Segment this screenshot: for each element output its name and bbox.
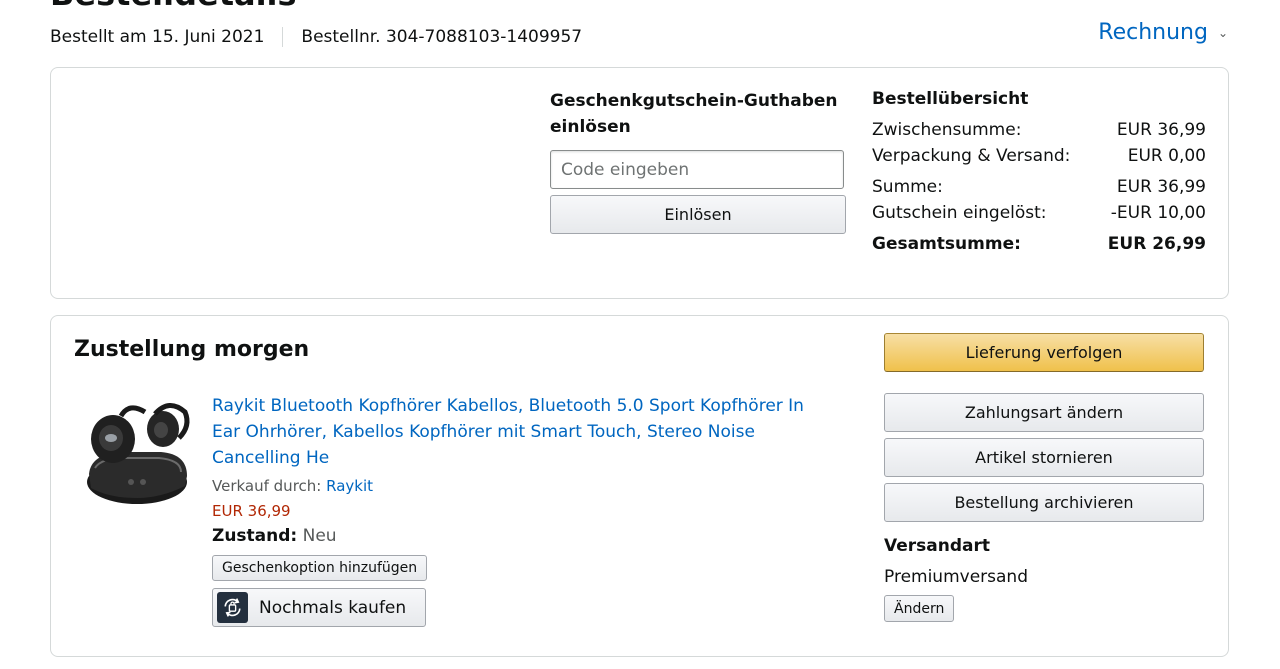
gift-card-section: Geschenkgutschein-Guthaben einlösen Einl…: [550, 88, 846, 234]
product-info: Raykit Bluetooth Kopfhörer Kabellos, Blu…: [212, 393, 832, 627]
summary-label: Zwischensumme:: [872, 120, 1022, 140]
page-title: Bestelldetails: [50, 0, 297, 10]
buy-again-button[interactable]: Nochmals kaufen: [212, 588, 427, 627]
earbuds-product-image[interactable]: [81, 394, 194, 509]
summary-row: Zwischensumme: EUR 36,99: [872, 117, 1206, 143]
condition-label: Zustand:: [212, 526, 298, 546]
delivery-status: Zustellung morgen: [74, 337, 310, 362]
overview-heading: Bestellübersicht: [872, 89, 1029, 109]
cancel-items-button[interactable]: Artikel stornieren: [884, 438, 1204, 477]
summary-row: Summe: EUR 36,99: [872, 174, 1206, 200]
archive-order-button[interactable]: Bestellung archivieren: [884, 483, 1204, 522]
shipping-method: Versandart Premiumversand Ändern: [884, 535, 1205, 622]
seller-line: Verkauf durch: Raykit: [212, 476, 832, 496]
redeem-button[interactable]: Einlösen: [550, 195, 846, 234]
invoice-label: Rechnung: [1098, 20, 1208, 45]
gift-code-input[interactable]: [550, 150, 844, 189]
order-meta: Bestellt am 15. Juni 2021 Bestellnr. 304…: [50, 26, 582, 48]
summary-value: -EUR 10,00: [1110, 203, 1206, 223]
buy-again-label: Nochmals kaufen: [259, 597, 407, 618]
buy-again-icon: [217, 592, 248, 623]
seller-link[interactable]: Raykit: [326, 477, 373, 495]
summary-label: Verpackung & Versand:: [872, 146, 1071, 166]
product-title-link[interactable]: Raykit Bluetooth Kopfhörer Kabellos, Blu…: [212, 393, 832, 471]
condition-value: Neu: [302, 526, 337, 546]
summary-value: EUR 36,99: [1116, 177, 1206, 197]
shipping-method-value: Premiumversand: [884, 567, 1028, 587]
order-date: Bestellt am 15. Juni 2021: [50, 27, 265, 47]
track-delivery-button[interactable]: Lieferung verfolgen: [884, 333, 1204, 372]
summary-total-row: Gesamtsumme: EUR 26,99: [872, 231, 1206, 257]
shipping-method-heading: Versandart: [884, 536, 990, 556]
summary-value: EUR 36,99: [1116, 120, 1206, 140]
shipment-box: Zustellung morgen Raykit Bluetooth Kopfh…: [50, 315, 1229, 657]
summary-row: Verpackung & Versand: EUR 0,00: [872, 143, 1206, 169]
order-summary-box: Geschenkgutschein-Guthaben einlösen Einl…: [50, 67, 1229, 299]
divider: [282, 27, 284, 47]
summary-row: Gutschein eingelöst: -EUR 10,00: [872, 200, 1206, 226]
order-number: Bestellnr. 304-7088103-1409957: [301, 27, 583, 47]
sold-by-label: Verkauf durch:: [212, 477, 322, 495]
summary-label: Summe:: [872, 177, 943, 197]
summary-value: EUR 0,00: [1127, 146, 1206, 166]
product-price: EUR 36,99: [212, 502, 291, 520]
add-gift-option-button[interactable]: Geschenkoption hinzufügen: [212, 555, 428, 581]
product-condition: Zustand: Neu: [212, 525, 832, 547]
invoice-dropdown[interactable]: Rechnung ⌄: [1098, 20, 1228, 45]
gift-card-heading: Geschenkgutschein-Guthaben einlösen: [550, 91, 838, 137]
chevron-down-icon: ⌄: [1217, 25, 1228, 40]
change-payment-button[interactable]: Zahlungsart ändern: [884, 393, 1204, 432]
order-overview: Bestellübersicht Zwischensumme: EUR 36,9…: [872, 88, 1206, 257]
total-value: EUR 26,99: [1107, 234, 1206, 254]
change-shipping-button[interactable]: Ändern: [884, 595, 955, 622]
shipment-actions: Lieferung verfolgen Zahlungsart ändern A…: [884, 333, 1205, 622]
total-label: Gesamtsumme:: [872, 234, 1021, 254]
summary-label: Gutschein eingelöst:: [872, 203, 1047, 223]
